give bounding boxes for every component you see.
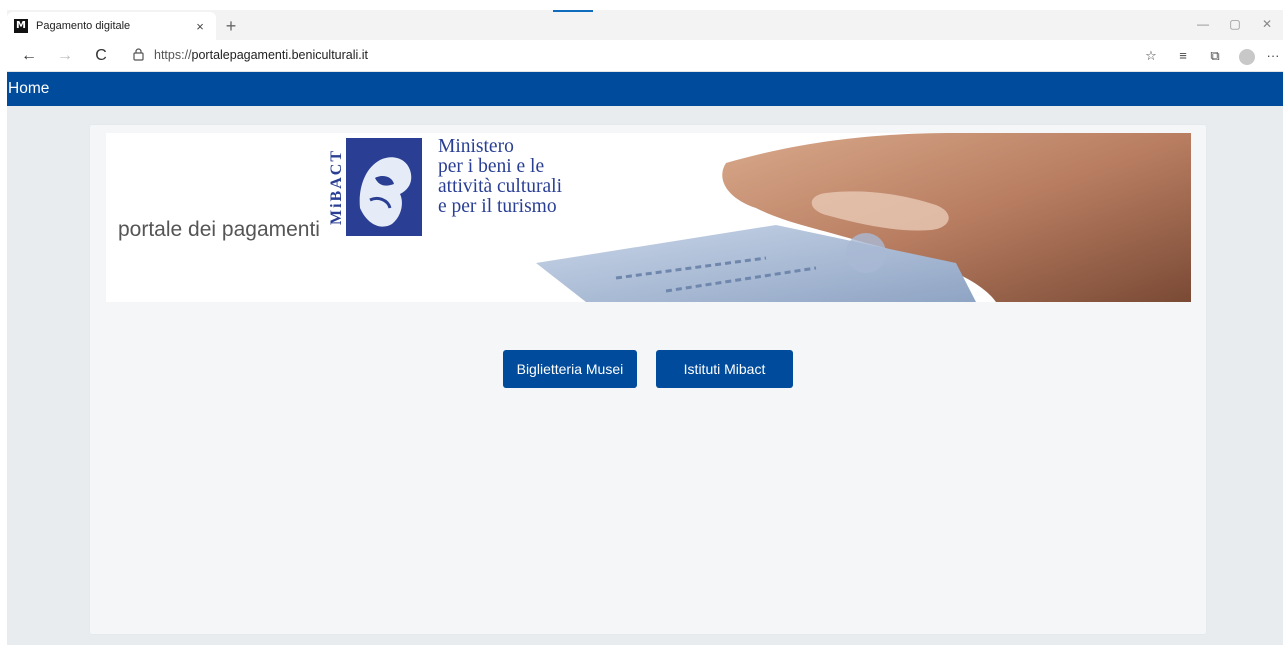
- tab-pagamento-digitale[interactable]: M Pagamento digitale ×: [7, 12, 216, 40]
- logo-text: MiBACT: [328, 149, 345, 225]
- url-scheme: https://: [154, 48, 192, 62]
- back-button[interactable]: ←: [17, 44, 41, 68]
- address-bar[interactable]: https://portalepagamenti.beniculturali.i…: [132, 43, 1122, 67]
- refresh-button[interactable]: C: [89, 44, 113, 68]
- tab-strip-accent: [553, 10, 593, 12]
- profile-avatar[interactable]: [1231, 44, 1263, 68]
- site-favicon-icon: M: [14, 19, 28, 33]
- biglietteria-musei-button[interactable]: Biglietteria Musei: [502, 350, 638, 388]
- mibact-logo: MiBACT: [328, 138, 422, 236]
- forward-button[interactable]: →: [53, 44, 77, 68]
- ministry-line-2: per i beni e le: [438, 156, 545, 177]
- more-menu-button[interactable]: ···: [1263, 44, 1283, 68]
- istituti-mibact-button[interactable]: Istituti Mibact: [655, 350, 794, 388]
- ministry-line-4: e per il turismo: [438, 196, 557, 217]
- browser-toolbar: ← → C https://portalepagamenti.benicultu…: [7, 40, 1283, 72]
- window-controls: — ▢ ✕: [1187, 10, 1283, 40]
- favorites-star-icon[interactable]: ☆: [1135, 44, 1167, 68]
- tab-close-icon[interactable]: ×: [192, 19, 208, 34]
- site-navbar: Home: [7, 72, 1283, 106]
- close-window-button[interactable]: ✕: [1251, 10, 1283, 40]
- ministry-line-1: Ministero: [438, 136, 514, 157]
- url-text: https://portalepagamenti.beniculturali.i…: [154, 48, 368, 62]
- avatar-icon: [1239, 48, 1255, 65]
- favorites-list-icon[interactable]: ≡: [1167, 44, 1199, 68]
- minimize-button[interactable]: —: [1187, 10, 1219, 40]
- toolbar-actions: ☆ ≡ ⧉ ···: [1135, 44, 1283, 68]
- home-link[interactable]: Home: [7, 72, 49, 106]
- tab-strip: M Pagamento digitale × + — ▢ ✕: [7, 10, 1283, 40]
- banner: portale dei pagamenti MiBACT Ministero p…: [106, 133, 1191, 302]
- ministry-line-3: attività culturali: [438, 176, 562, 197]
- maximize-button[interactable]: ▢: [1219, 10, 1251, 40]
- action-buttons: Biglietteria Musei Istituti Mibact: [90, 350, 1206, 388]
- new-tab-button[interactable]: +: [221, 14, 241, 38]
- lock-icon[interactable]: [132, 48, 144, 62]
- browser-window: M Pagamento digitale × + — ▢ ✕ ← → C htt…: [7, 10, 1283, 645]
- collections-icon[interactable]: ⧉: [1199, 44, 1231, 68]
- portal-title: portale dei pagamenti: [118, 218, 320, 241]
- ministry-name: Ministero per i beni e le attività cultu…: [438, 137, 562, 217]
- content-card: portale dei pagamenti MiBACT Ministero p…: [90, 125, 1206, 634]
- tab-title: Pagamento digitale: [36, 20, 131, 32]
- url-host: portalepagamenti.beniculturali.it: [191, 48, 369, 62]
